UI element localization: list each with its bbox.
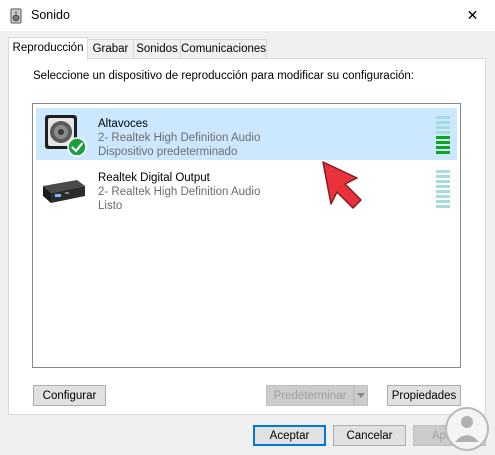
device-driver: 2- Realtek High Definition Audio [98, 186, 261, 198]
pointer-arrow-icon [322, 161, 362, 209]
set-default-dropdown[interactable] [354, 385, 368, 406]
level-meter [436, 170, 450, 208]
device-item-digital-output[interactable]: Realtek Digital Output 2- Realtek High D… [36, 162, 457, 214]
level-meter [436, 116, 450, 154]
sound-app-icon [10, 8, 22, 24]
speaker-icon [45, 115, 87, 157]
tab-sonidos[interactable]: Sonidos [133, 39, 181, 58]
device-driver: 2- Realtek High Definition Audio [98, 132, 261, 144]
device-status: Listo [98, 200, 123, 212]
title-bar: Sonido ✕ [0, 0, 495, 31]
tab-grabar[interactable]: Grabar [87, 39, 134, 58]
set-default-button[interactable]: Predeterminar [266, 385, 354, 406]
watermark-logo-icon [445, 407, 489, 451]
configure-button[interactable]: Configurar [33, 385, 106, 406]
close-button[interactable]: ✕ [450, 0, 495, 31]
cancel-button[interactable]: Cancelar [333, 425, 406, 446]
chevron-down-icon [357, 393, 365, 398]
device-name: Altavoces [98, 118, 148, 130]
device-status: Dispositivo predeterminado [98, 146, 238, 158]
window-title: Sonido [31, 8, 70, 22]
device-name: Realtek Digital Output [98, 172, 210, 184]
accept-button[interactable]: Aceptar [253, 425, 326, 446]
instruction-text: Seleccione un dispositivo de reproducció… [33, 70, 414, 82]
properties-button[interactable]: Propiedades [387, 385, 461, 406]
digital-output-icon [43, 180, 85, 203]
tab-comunicaciones[interactable]: Comunicaciones [180, 39, 267, 58]
tab-reproduccion[interactable]: Reproducción [8, 37, 88, 60]
device-item-altavoces[interactable]: Altavoces 2- Realtek High Definition Aud… [36, 108, 457, 160]
close-icon: ✕ [466, 7, 479, 23]
device-list[interactable]: Altavoces 2- Realtek High Definition Aud… [32, 103, 461, 368]
